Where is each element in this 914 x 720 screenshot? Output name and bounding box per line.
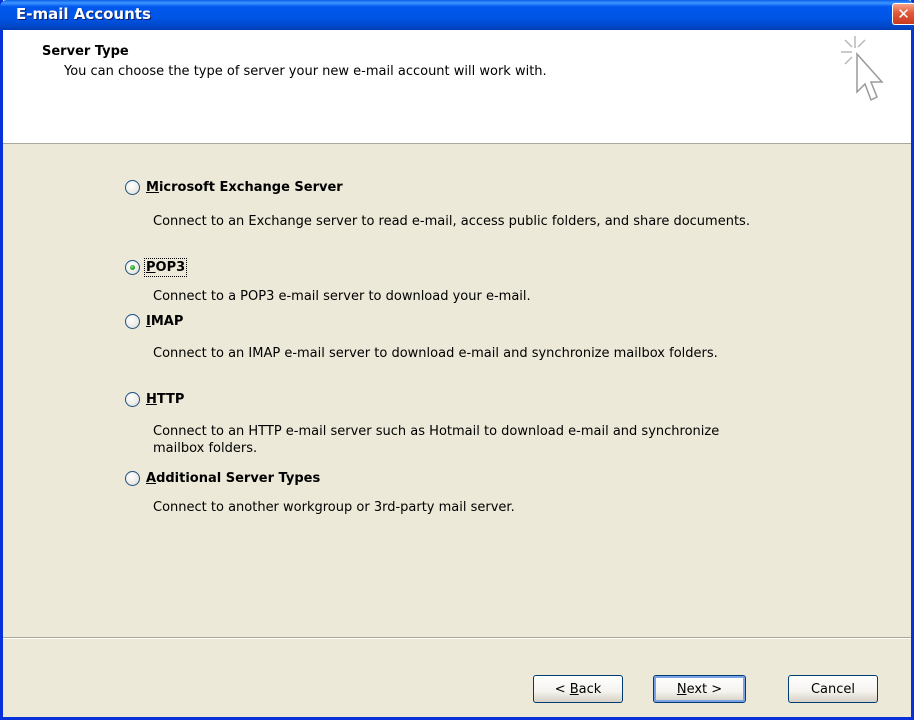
radio-imap[interactable]: IMAP — [125, 310, 183, 332]
wizard-cursor-sparkle-icon — [841, 36, 884, 102]
next-button[interactable]: Next > — [653, 675, 746, 703]
option-description-http: Connect to an HTTP e-mail server such as… — [153, 424, 720, 456]
radio-exchange[interactable]: Microsoft Exchange Server — [125, 176, 343, 198]
back-button[interactable]: < Back — [533, 675, 623, 703]
radio-button-exchange[interactable] — [125, 179, 140, 195]
option-description-pop3: Connect to a POP3 e-mail server to downl… — [153, 289, 531, 304]
radio-button-imap[interactable] — [125, 313, 140, 329]
option-label-http[interactable]: HTTP — [146, 392, 184, 407]
title-bar[interactable]: E-mail Accounts ✕ — [0, 0, 914, 30]
radio-pop3[interactable]: POP3 — [125, 256, 188, 278]
option-label-imap[interactable]: IMAP — [146, 314, 183, 329]
page-subtitle: You can choose the type of server your n… — [64, 64, 547, 79]
radio-button-additional[interactable] — [125, 470, 140, 486]
page-title: Server Type — [42, 44, 129, 59]
server-type-options: Microsoft Exchange Server Connect to an … — [3, 144, 911, 634]
window-title: E-mail Accounts — [16, 5, 151, 23]
option-label-exchange[interactable]: Microsoft Exchange Server — [146, 180, 343, 195]
radio-button-pop3[interactable] — [125, 259, 140, 275]
option-description-exchange: Connect to an Exchange server to read e-… — [153, 214, 750, 229]
radio-http[interactable]: HTTP — [125, 388, 184, 410]
option-description-additional: Connect to another workgroup or 3rd-part… — [153, 500, 515, 515]
close-icon: ✕ — [897, 5, 910, 23]
cancel-button[interactable]: Cancel — [788, 675, 878, 703]
button-separator — [3, 637, 911, 639]
option-label-pop3[interactable]: POP3 — [143, 257, 188, 277]
radio-button-http[interactable] — [125, 391, 140, 407]
close-button[interactable]: ✕ — [892, 3, 914, 25]
wizard-header: Server Type You can choose the type of s… — [3, 30, 911, 144]
option-label-additional[interactable]: Additional Server Types — [146, 471, 320, 486]
option-description-imap: Connect to an IMAP e-mail server to down… — [153, 346, 718, 361]
radio-additional[interactable]: Additional Server Types — [125, 467, 320, 489]
email-accounts-dialog: E-mail Accounts ✕ Server Type You can ch… — [0, 0, 914, 720]
